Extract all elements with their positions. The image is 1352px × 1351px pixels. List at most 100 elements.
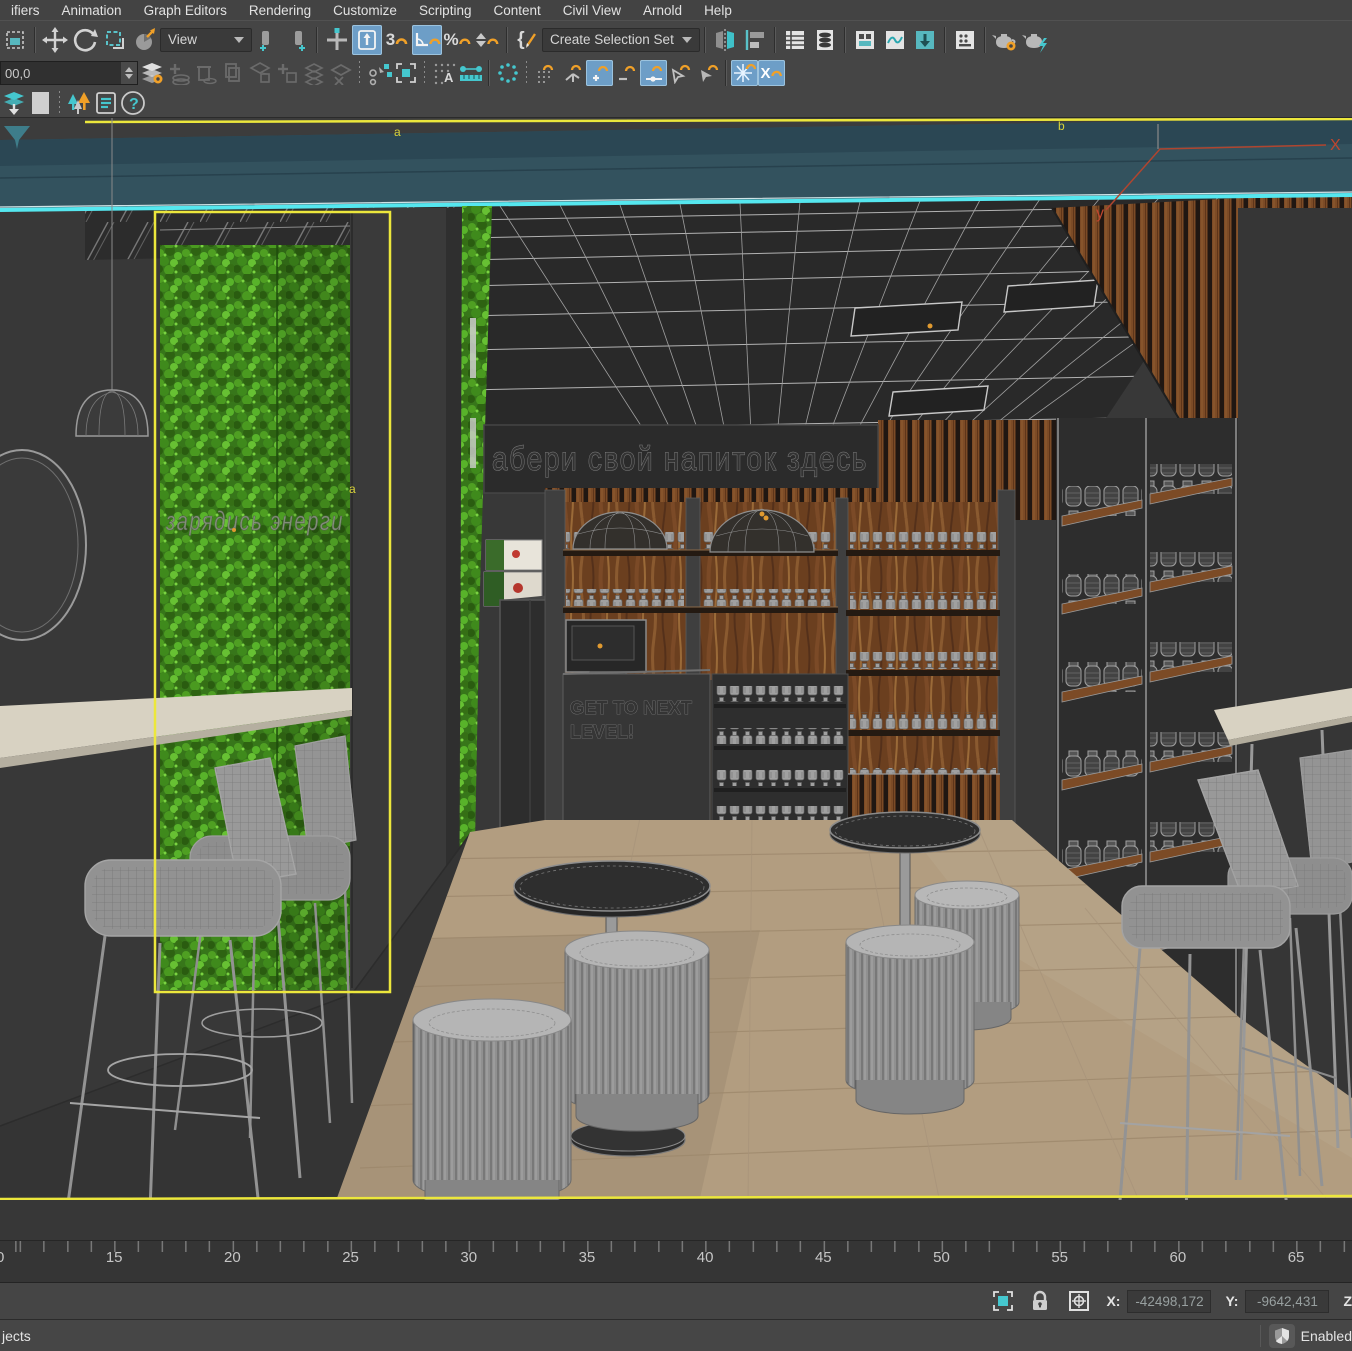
layer-home-icon[interactable] xyxy=(246,60,273,86)
grid-a-icon[interactable]: A xyxy=(430,60,457,86)
select-manipulate-icon[interactable] xyxy=(282,25,312,55)
y-coordinate-field[interactable]: -9642,431 xyxy=(1245,1290,1329,1313)
menu-item[interactable]: Rendering xyxy=(238,3,322,18)
frame-label[interactable]: 30 xyxy=(410,1249,528,1266)
collapse-layer-icon[interactable] xyxy=(300,60,327,86)
stool[interactable] xyxy=(846,925,974,1114)
menu-item[interactable]: Customize xyxy=(322,3,408,18)
select-scale-icon[interactable] xyxy=(100,25,130,55)
moss-wall-text: зарядись энерги xyxy=(165,506,344,536)
snap-3d-button[interactable]: 3 xyxy=(382,25,412,55)
frame-label[interactable]: 60 xyxy=(1119,1249,1237,1266)
curve-editor-button[interactable] xyxy=(880,25,910,55)
help-button[interactable]: ? xyxy=(119,90,146,116)
pivot-controls-icon[interactable] xyxy=(365,60,392,86)
prompt-bar: jects Enabled xyxy=(0,1320,1352,1351)
slider-snap-button[interactable] xyxy=(640,60,667,86)
ribbon-toggle-button[interactable] xyxy=(850,25,880,55)
plus-snap-button[interactable] xyxy=(586,60,613,86)
product-boxes[interactable] xyxy=(484,540,542,606)
chevron-down-icon xyxy=(682,37,692,43)
select-move-icon[interactable] xyxy=(40,25,70,55)
lock-icon[interactable] xyxy=(1026,1288,1053,1314)
measure-distance-icon[interactable] xyxy=(457,60,484,86)
spinner-snap-button[interactable] xyxy=(472,25,502,55)
grid-snap-button[interactable] xyxy=(532,60,559,86)
isolate-selection-button[interactable] xyxy=(352,25,382,55)
blank-swatch-icon[interactable] xyxy=(27,90,54,116)
add-to-layer-icon[interactable] xyxy=(273,60,300,86)
create-layer-icon[interactable] xyxy=(165,60,192,86)
utilities-grid-button[interactable] xyxy=(950,25,980,55)
frame-label[interactable]: 35 xyxy=(528,1249,646,1266)
stool[interactable] xyxy=(565,931,709,1131)
x-coordinate-field[interactable]: -42498,172 xyxy=(1127,1290,1211,1313)
civil-layers-icon[interactable] xyxy=(0,90,27,116)
separator xyxy=(506,27,508,53)
tv-screen[interactable] xyxy=(566,620,646,680)
layer-explorer-button[interactable] xyxy=(780,25,810,55)
copy-layer-icon[interactable] xyxy=(219,60,246,86)
lower-shelf-unit[interactable] xyxy=(712,674,848,832)
delete-layer-icon[interactable] xyxy=(192,60,219,86)
safe-scene-shield-icon[interactable] xyxy=(1269,1324,1295,1348)
cursor-snap-button[interactable] xyxy=(667,60,694,86)
menu-item[interactable]: ifiers xyxy=(0,3,51,18)
menu-item[interactable]: Content xyxy=(482,3,551,18)
frame-label[interactable]: 15 xyxy=(55,1249,173,1266)
select-place-icon[interactable] xyxy=(130,25,160,55)
frame-label[interactable]: 20 xyxy=(173,1249,291,1266)
angle-snap-button[interactable] xyxy=(412,25,442,55)
frame-label[interactable]: 50 xyxy=(882,1249,1000,1266)
menu-item[interactable]: Civil View xyxy=(552,3,632,18)
menu-item[interactable]: Scripting xyxy=(408,3,483,18)
perspective-viewport[interactable]: X y зарядись энерги xyxy=(0,118,1352,1240)
remove-layer-icon[interactable] xyxy=(327,60,354,86)
named-selection-set-value: Create Selection Set xyxy=(550,32,674,47)
use-pivot-center-icon[interactable] xyxy=(252,25,282,55)
menu-item[interactable]: Help xyxy=(693,3,743,18)
frame-label[interactable]: 10 xyxy=(0,1249,55,1266)
forest-tool-icon[interactable] xyxy=(65,90,92,116)
report-icon[interactable] xyxy=(92,90,119,116)
frame-label[interactable]: 40 xyxy=(646,1249,764,1266)
soft-selection-icon[interactable] xyxy=(494,60,521,86)
coordinate-spinner[interactable]: 00,0 xyxy=(0,61,138,85)
frame-label[interactable]: 25 xyxy=(291,1249,409,1266)
transform-target-icon[interactable] xyxy=(392,60,419,86)
stool[interactable] xyxy=(413,999,571,1221)
align-button[interactable] xyxy=(740,25,770,55)
menu-item[interactable]: Graph Editors xyxy=(133,3,238,18)
schematic-view-button[interactable] xyxy=(910,25,940,55)
pen-icon xyxy=(525,32,537,48)
percent-snap-button[interactable]: % xyxy=(442,25,472,55)
right-wall[interactable] xyxy=(1238,208,1352,1098)
timeline-track-bar[interactable]: 101520253035404550556065 xyxy=(0,1240,1352,1283)
manage-layers-button[interactable] xyxy=(138,60,165,86)
keyboard-override-icon[interactable] xyxy=(322,25,352,55)
spinner-stepper[interactable] xyxy=(121,62,137,84)
menu-item[interactable]: Animation xyxy=(51,3,133,18)
selection-lock-region-icon[interactable] xyxy=(989,1288,1016,1314)
cursor-filled-snap-button[interactable] xyxy=(694,60,721,86)
select-rotate-icon[interactable] xyxy=(70,25,100,55)
reference-coordinate-dropdown[interactable]: View xyxy=(160,28,252,52)
minus-snap-button[interactable] xyxy=(613,60,640,86)
select-region-icon[interactable] xyxy=(0,25,30,55)
scene-explorer-button[interactable] xyxy=(810,25,840,55)
vertex-snap-button[interactable] xyxy=(559,60,586,86)
edit-named-selections-button[interactable]: { xyxy=(512,25,542,55)
named-selection-set-dropdown[interactable]: Create Selection Set xyxy=(542,28,700,52)
frame-label[interactable]: 65 xyxy=(1237,1249,1352,1266)
rendered-frame-button[interactable] xyxy=(1020,25,1050,55)
render-setup-button[interactable] xyxy=(990,25,1020,55)
frame-label[interactable]: 45 xyxy=(764,1249,882,1266)
marker-a-label: a xyxy=(394,125,401,139)
mirror-button[interactable] xyxy=(710,25,740,55)
sign-board[interactable]: абери свой напиток здесь xyxy=(484,425,878,493)
menu-item[interactable]: Arnold xyxy=(632,3,693,18)
frame-label[interactable]: 55 xyxy=(1001,1249,1119,1266)
x-snap-button[interactable]: X xyxy=(758,60,785,86)
absolute-mode-icon[interactable] xyxy=(1065,1288,1092,1314)
freeze-snap-button[interactable] xyxy=(731,60,758,86)
